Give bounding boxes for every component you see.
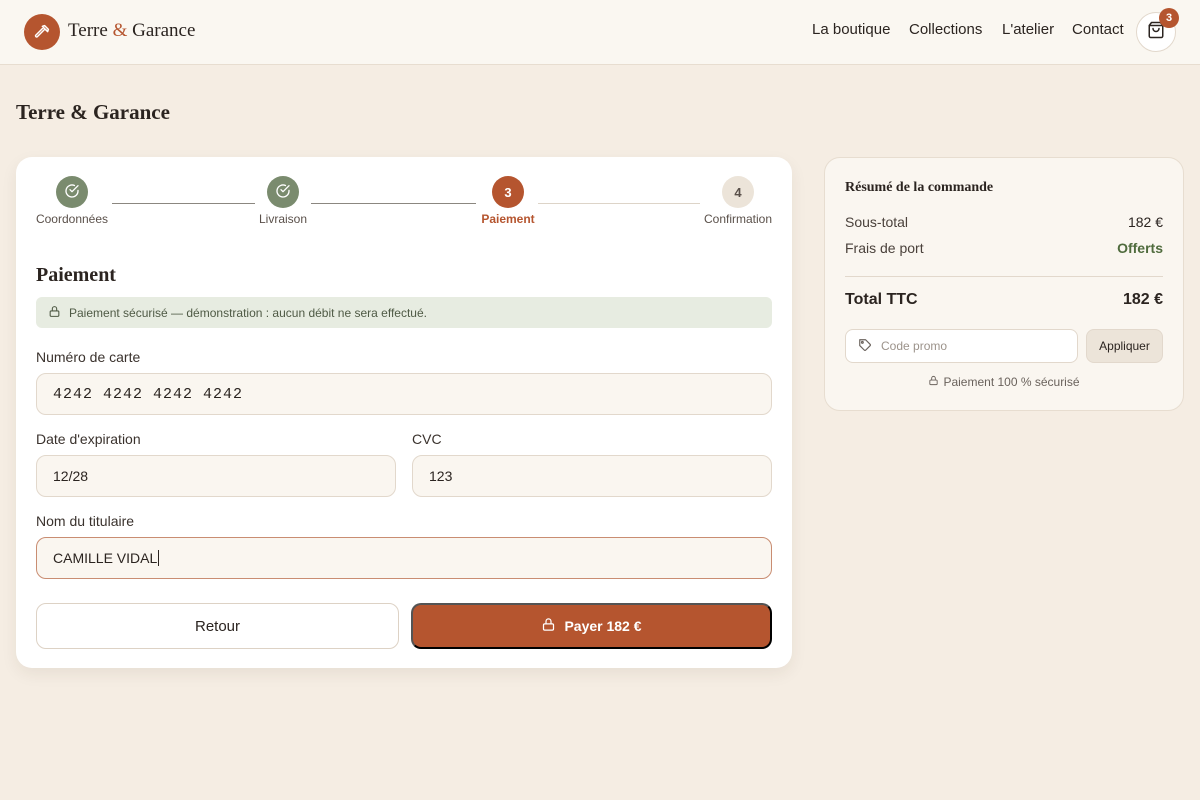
nav-link-boutique[interactable]: La boutique <box>812 21 890 38</box>
tag-icon <box>858 338 881 355</box>
expiry-input[interactable]: 12/28 <box>36 455 396 497</box>
secure-banner-text: Paiement sécurisé — démonstration : aucu… <box>69 305 427 320</box>
step-4-label: Confirmation <box>703 212 773 226</box>
step-3-indicator: 3 <box>492 176 524 208</box>
subtotal-label: Sous-total <box>845 214 909 230</box>
step-1-indicator[interactable] <box>56 176 88 208</box>
card-number-value: 4242 4242 4242 4242 <box>53 385 244 403</box>
hammer-icon[interactable] <box>24 14 60 50</box>
brand-name-part2: Garance <box>132 20 196 41</box>
secure-note-text: Paiement 100 % sécurisé <box>943 375 1080 389</box>
brand-name-part1: Terre <box>68 20 108 41</box>
secure-payment-banner: Paiement sécurisé — démonstration : aucu… <box>36 297 772 328</box>
summary-divider <box>845 276 1163 277</box>
holder-name-input[interactable]: CAMILLE VIDAL <box>36 537 772 579</box>
pay-button[interactable]: Payer 182 € <box>411 603 772 649</box>
subtotal-row: Sous-total 182 € <box>845 214 1163 230</box>
section-title: Paiement <box>36 264 116 286</box>
subtotal-value: 182 € <box>1127 214 1163 230</box>
apply-promo-button[interactable]: Appliquer <box>1086 329 1163 363</box>
promo-code-input[interactable]: Code promo <box>845 329 1078 363</box>
page-title: Terre & Garance <box>16 100 170 124</box>
total-value: 182 € <box>1122 291 1163 308</box>
site-header: Terre & Garance La boutique Collections … <box>0 0 1200 65</box>
nav-link-collections[interactable]: Collections <box>909 21 982 38</box>
back-button[interactable]: Retour <box>36 603 399 649</box>
stepper-line-3 <box>538 203 700 204</box>
step-2-label: Livraison <box>258 212 308 226</box>
checkout-card: Coordonnées Livraison 3 Paiement 4 Confi… <box>16 157 792 668</box>
cvc-input[interactable]: 123 <box>412 455 772 497</box>
holder-name-label: Nom du titulaire <box>36 513 135 529</box>
shipping-value: Offerts <box>1117 240 1163 256</box>
step-1-label: Coordonnées <box>35 212 109 226</box>
stepper-line-2 <box>311 203 476 204</box>
total-row: Total TTC 182 € <box>845 291 1163 309</box>
card-number-input[interactable]: 4242 4242 4242 4242 <box>36 373 772 415</box>
secure-payment-note: Paiement 100 % sécurisé <box>845 375 1163 389</box>
promo-placeholder: Code promo <box>881 339 948 353</box>
expiry-label: Date d'expiration <box>36 431 141 447</box>
nav-link-atelier[interactable]: L'atelier <box>1002 21 1054 38</box>
nav-link-contact[interactable]: Contact <box>1072 21 1124 38</box>
step-2-indicator[interactable] <box>267 176 299 208</box>
step-4-indicator: 4 <box>722 176 754 208</box>
check-circle-icon <box>275 183 291 202</box>
holder-name-value: CAMILLE VIDAL <box>53 550 158 566</box>
expiry-value: 12/28 <box>53 468 89 484</box>
brand-ampersand: & <box>112 20 128 41</box>
summary-title: Résumé de la commande <box>845 180 994 195</box>
cvc-value: 123 <box>429 468 453 484</box>
lock-icon <box>928 375 943 389</box>
pay-button-label: Payer 182 € <box>564 618 642 634</box>
lock-icon <box>541 617 564 635</box>
total-label: Total TTC <box>845 291 918 308</box>
text-caret <box>158 550 160 566</box>
shipping-row: Frais de port Offerts <box>845 240 1163 256</box>
step-3-label: Paiement <box>481 212 535 226</box>
cart-count-badge: 3 <box>1159 8 1179 28</box>
lock-icon <box>48 305 69 321</box>
stepper-line-1 <box>112 203 255 204</box>
shipping-label: Frais de port <box>845 240 924 256</box>
order-summary: Résumé de la commande Sous-total 182 € F… <box>824 157 1184 411</box>
card-number-label: Numéro de carte <box>36 349 141 365</box>
brand-logo-text[interactable]: Terre & Garance <box>68 20 195 42</box>
check-circle-icon <box>64 183 80 202</box>
cvc-label: CVC <box>412 431 442 447</box>
